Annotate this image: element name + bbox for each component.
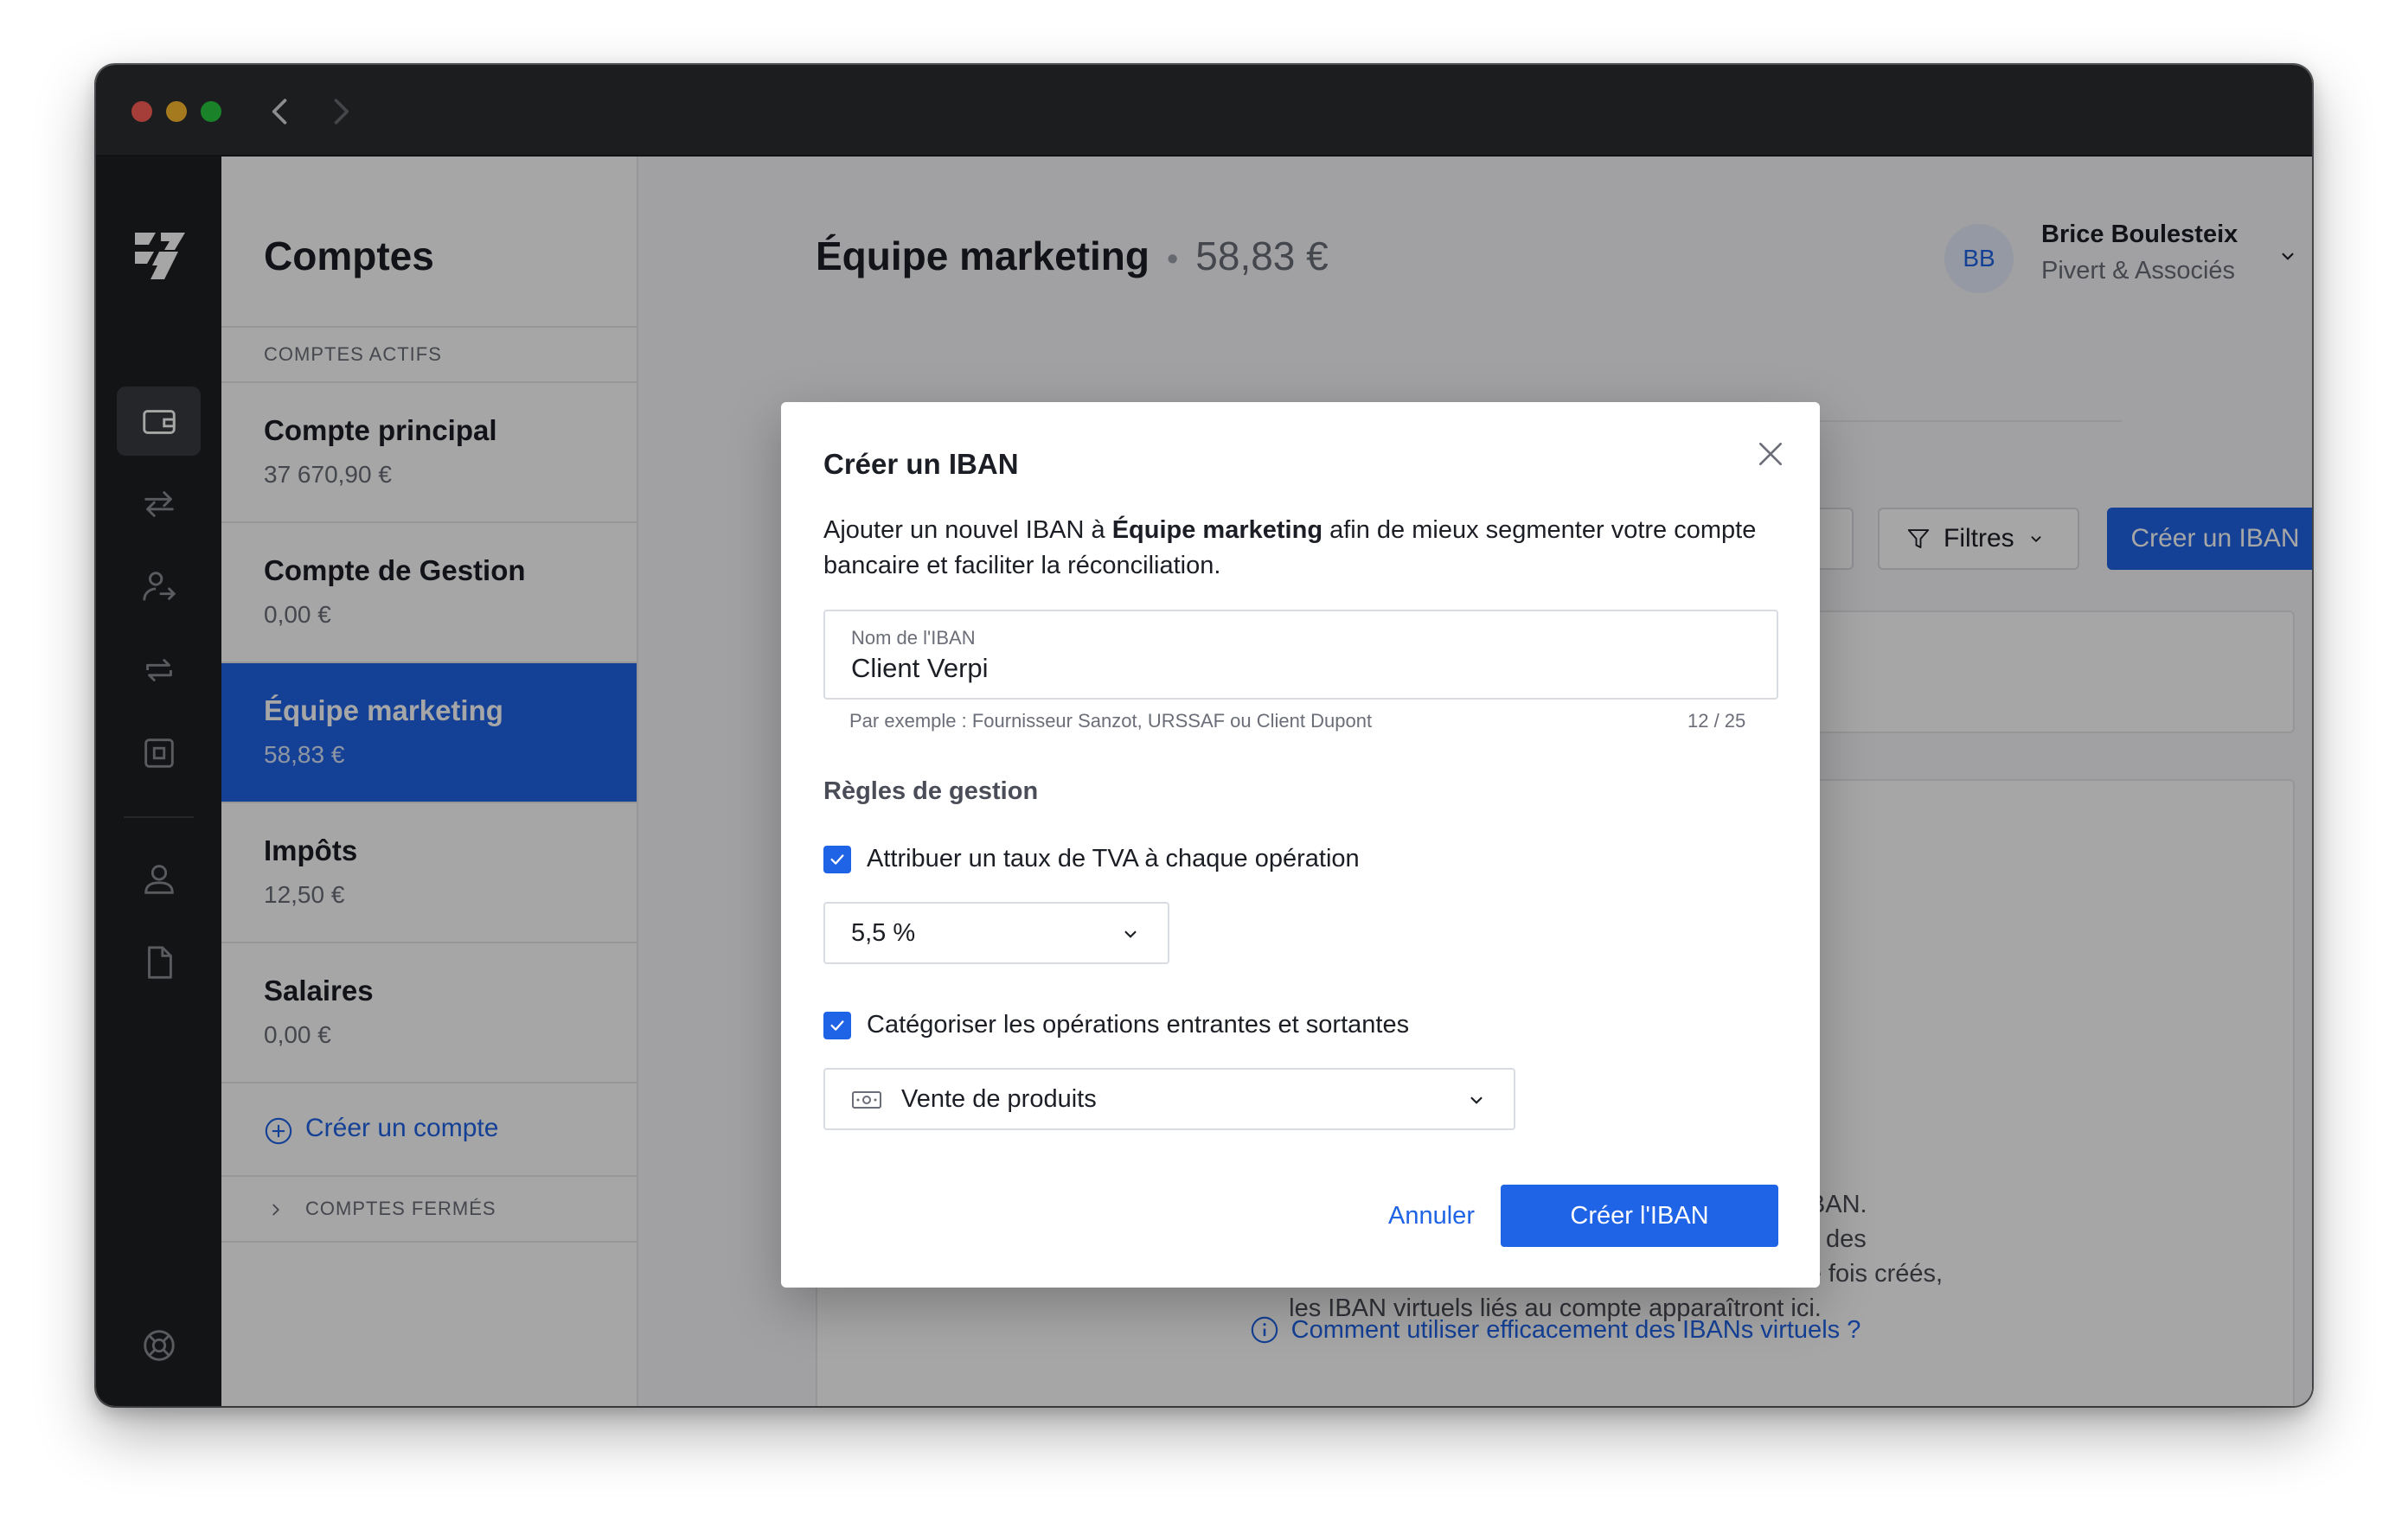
chevron-down-icon [1124, 930, 1137, 938]
category-rule-checkbox-row[interactable]: Catégoriser les opérations entrantes et … [823, 1011, 1409, 1039]
category-rule-label: Catégoriser les opérations entrantes et … [867, 1011, 1410, 1039]
desc-account-name: Équipe marketing [1111, 516, 1323, 544]
vat-rule-label: Attribuer un taux de TVA à chaque opérat… [867, 845, 1360, 872]
vat-rate-value: 5,5 % [851, 919, 916, 947]
confirm-create-iban-button[interactable]: Créer l'IBAN [1501, 1185, 1778, 1247]
create-iban-dialog: Créer un IBAN Ajouter un nouvel IBAN à É… [781, 402, 1820, 1288]
banknote-icon [852, 1091, 881, 1109]
iban-name-help: Par exemple : Fournisseur Sanzot, URSSAF… [849, 710, 1373, 732]
app-window: Comptes COMPTES ACTIFS Compte principal … [96, 65, 2312, 1406]
iban-name-input[interactable] [851, 653, 1751, 684]
checkmark-icon [830, 1019, 844, 1031]
category-rule-checkbox[interactable] [823, 1011, 851, 1039]
iban-name-counter: 12 / 25 [1688, 710, 1746, 732]
category-select[interactable]: Vente de produits [823, 1068, 1515, 1130]
checkmark-icon [830, 853, 844, 865]
vat-rate-select[interactable]: 5,5 % [823, 902, 1169, 964]
rules-heading: Règles de gestion [823, 777, 1039, 805]
iban-name-field[interactable]: Nom de l'IBAN [823, 610, 1778, 700]
vat-rule-checkbox[interactable] [823, 845, 851, 873]
dialog-description: Ajouter un nouvel IBAN à Équipe marketin… [823, 513, 1784, 584]
chevron-down-icon [1470, 1096, 1483, 1104]
desc-prefix: Ajouter un nouvel IBAN à [823, 516, 1112, 544]
close-icon[interactable] [1753, 437, 1788, 471]
dialog-title: Créer un IBAN [823, 448, 1019, 480]
category-value: Vente de produits [901, 1085, 1097, 1113]
cancel-button[interactable]: Annuler [1356, 1185, 1507, 1247]
iban-name-label: Nom de l'IBAN [851, 627, 976, 649]
vat-rule-checkbox-row[interactable]: Attribuer un taux de TVA à chaque opérat… [823, 845, 1360, 873]
